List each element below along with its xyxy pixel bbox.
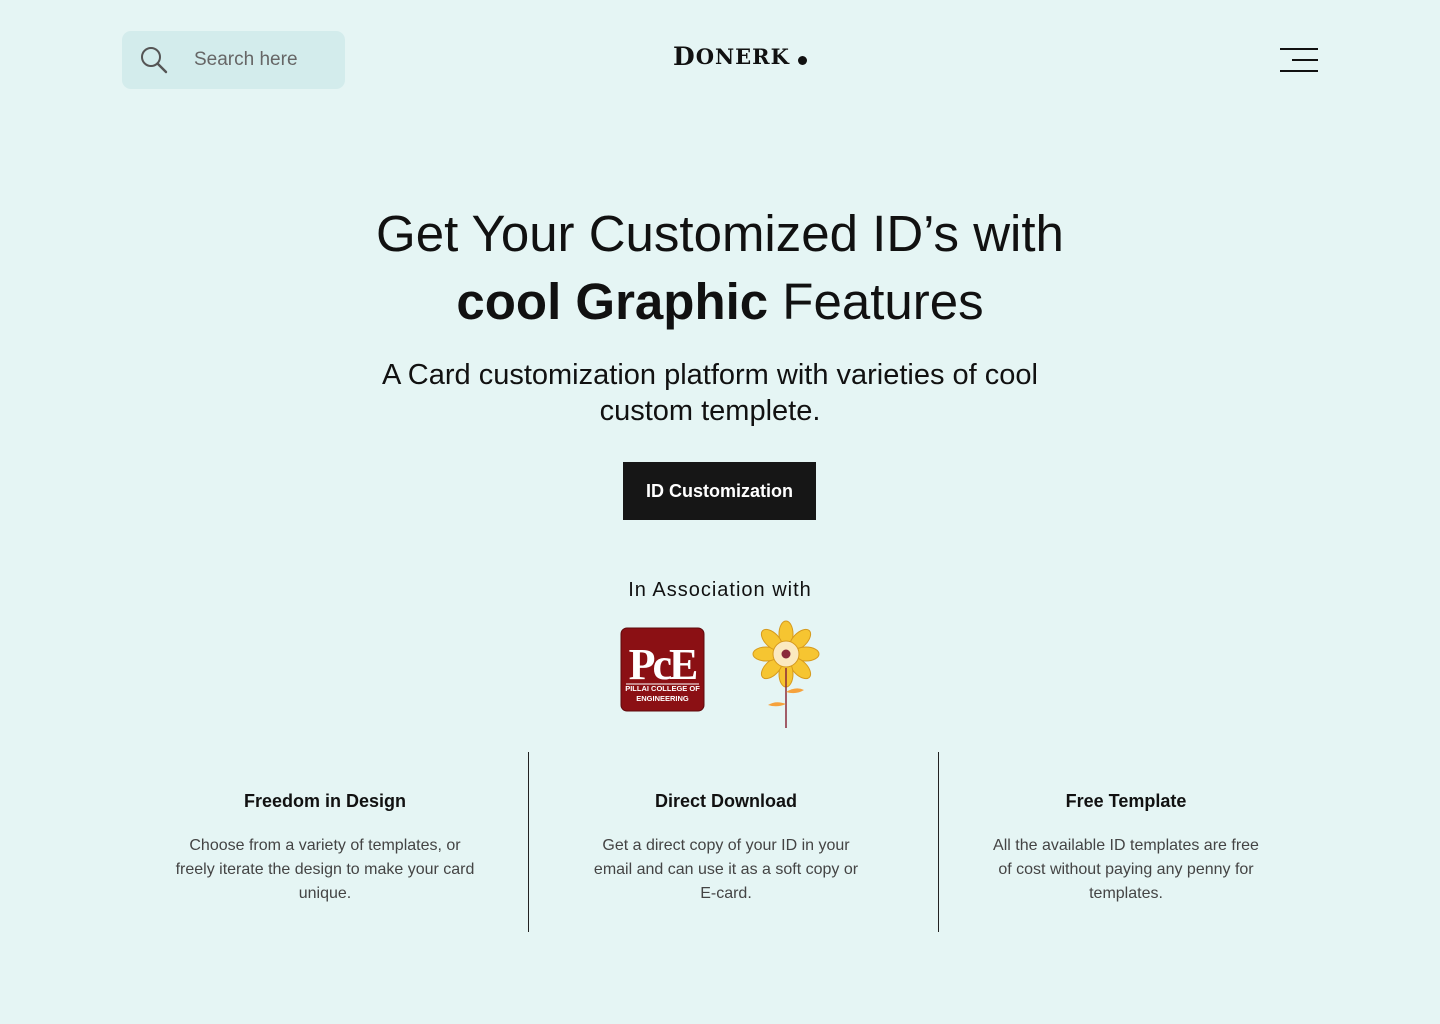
feature-title: Free Template <box>1065 791 1187 811</box>
feature-free-template: Free Template All the available ID templ… <box>956 788 1296 906</box>
feature-direct-download: Direct Download Get a direct copy of you… <box>556 788 896 906</box>
logo-dot <box>797 56 807 65</box>
feature-description: Choose from a variety of templates, or f… <box>175 837 475 902</box>
hamburger-menu-icon <box>1280 48 1318 72</box>
search-bar[interactable] <box>122 31 345 89</box>
menu-button[interactable] <box>1279 46 1319 74</box>
hero-subtitle: A Card customization platform with varie… <box>382 359 1038 427</box>
headline-line1: Get Your Customized ID’s with <box>376 205 1064 262</box>
feature-divider <box>938 752 939 932</box>
pce-mark: PcE <box>629 640 697 689</box>
headline-bold: cool Graphic <box>456 273 769 330</box>
logo-initial: D <box>673 42 696 71</box>
feature-divider <box>528 752 529 932</box>
feature-freedom-in-design: Freedom in Design Choose from a variety … <box>155 788 495 906</box>
feature-title: Direct Download <box>654 791 797 811</box>
pce-logo: PcE PILLAI COLLEGE OF ENGINEERING <box>620 627 705 712</box>
headline-rest: Features <box>768 273 984 330</box>
feature-description: Get a direct copy of your ID in your ema… <box>593 837 859 902</box>
flower-logo <box>752 620 820 728</box>
id-customization-button[interactable]: ID Customization <box>623 462 816 520</box>
association-label: In Association with <box>628 579 812 601</box>
search-icon <box>141 47 168 74</box>
feature-title: Freedom in Design <box>243 791 407 811</box>
feature-description: All the available ID templates are free … <box>993 837 1259 902</box>
pce-caption: PILLAI COLLEGE OF ENGINEERING <box>625 684 700 703</box>
hero-headline: Get Your Customized ID’s with cool Graph… <box>0 200 1440 336</box>
logo-text: ONERK <box>695 44 790 69</box>
search-input[interactable] <box>194 49 334 71</box>
brand-logo[interactable]: D ONERK <box>673 42 807 71</box>
